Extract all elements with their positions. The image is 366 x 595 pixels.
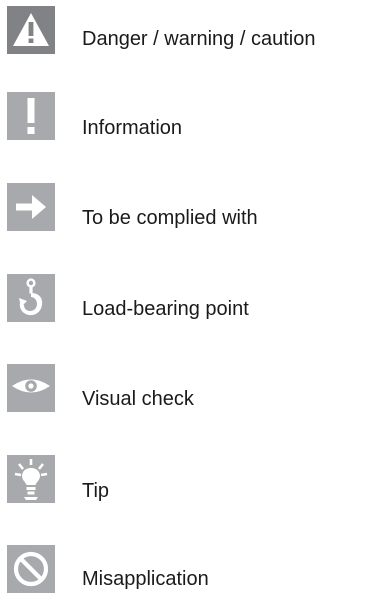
legend-item-danger: Danger / warning / caution — [7, 6, 362, 54]
prohibition-icon — [7, 545, 55, 593]
legend-item-tip: Tip — [7, 455, 362, 503]
legend-label-complied: To be complied with — [82, 207, 258, 229]
eye-icon — [7, 364, 55, 412]
arrow-right-icon — [7, 183, 55, 231]
lifting-hook-icon — [7, 274, 55, 322]
symbol-legend: Danger / warning / caution Information T… — [0, 0, 366, 595]
exclamation-icon — [7, 92, 55, 140]
legend-label-visual-check: Visual check — [82, 388, 194, 410]
legend-item-misapplication: Misapplication — [7, 545, 362, 593]
light-bulb-icon — [7, 455, 55, 503]
legend-label-information: Information — [82, 117, 183, 139]
legend-item-load-bearing: Load-bearing point — [7, 274, 362, 322]
legend-label-load-bearing: Load-bearing point — [82, 298, 249, 320]
legend-label-tip: Tip — [82, 480, 110, 502]
legend-item-information: Information — [7, 92, 362, 140]
legend-item-complied: To be complied with — [7, 183, 362, 231]
legend-item-visual-check: Visual check — [7, 364, 362, 412]
warning-triangle-icon — [7, 6, 55, 54]
legend-label-danger: Danger / warning / caution — [82, 28, 316, 50]
legend-label-misapplication: Misapplication — [82, 568, 209, 590]
